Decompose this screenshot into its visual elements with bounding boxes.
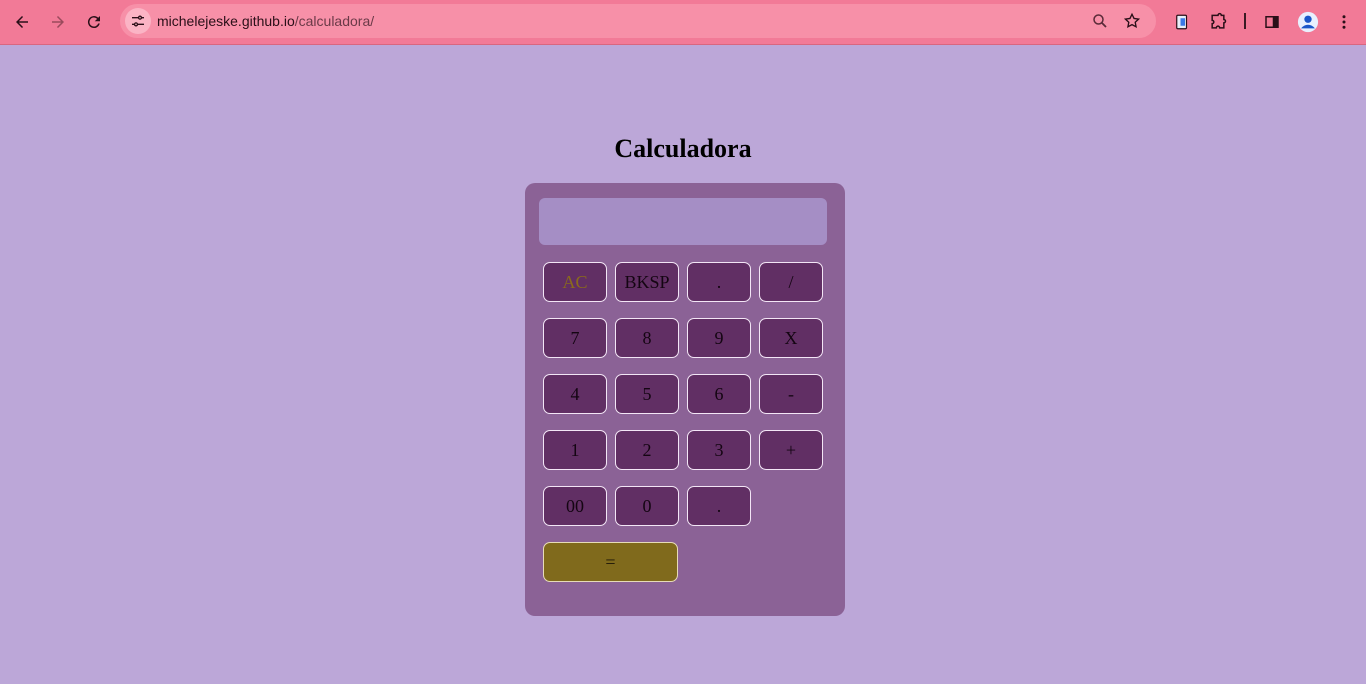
reload-button[interactable] xyxy=(79,7,109,37)
key-0[interactable]: 0 xyxy=(615,486,679,526)
calculator-display xyxy=(539,198,827,245)
arrow-right-icon xyxy=(52,16,64,28)
side-panel-button[interactable] xyxy=(1261,11,1283,33)
key-2[interactable]: 2 xyxy=(615,430,679,470)
side-panel-icon xyxy=(1265,16,1279,28)
reload-icon xyxy=(87,16,100,29)
star-icon xyxy=(1123,12,1141,29)
browser-toolbar: michelejeske.github.io/calculadora/ xyxy=(0,0,1366,45)
key-4[interactable]: 4 xyxy=(543,374,607,414)
minus-button[interactable]: - xyxy=(759,374,823,414)
plus-button[interactable]: + xyxy=(759,430,823,470)
kebab-menu-icon xyxy=(1342,15,1346,29)
zoom-button[interactable] xyxy=(1090,11,1110,31)
bookmark-button[interactable] xyxy=(1122,11,1142,31)
puzzle-icon xyxy=(1211,12,1227,29)
calculator: AC BKSP . / 7 8 9 X 4 5 6 - 1 2 3 + 00 0… xyxy=(525,183,845,616)
site-info-button[interactable] xyxy=(125,8,151,34)
key-1[interactable]: 1 xyxy=(543,430,607,470)
key-7[interactable]: 7 xyxy=(543,318,607,358)
extension-button[interactable] xyxy=(1171,11,1193,33)
decimal-button-top[interactable]: . xyxy=(687,262,751,302)
toolbar-divider xyxy=(1244,13,1246,29)
key-6[interactable]: 6 xyxy=(687,374,751,414)
arrow-left-icon xyxy=(16,16,28,28)
zoom-icon xyxy=(1093,14,1107,28)
document-icon xyxy=(1176,14,1188,30)
backspace-button[interactable]: BKSP xyxy=(615,262,679,302)
key-8[interactable]: 8 xyxy=(615,318,679,358)
url-path: /calculadora/ xyxy=(294,13,375,29)
multiply-button[interactable]: X xyxy=(759,318,823,358)
key-9[interactable]: 9 xyxy=(687,318,751,358)
forward-button[interactable] xyxy=(43,7,73,37)
key-00[interactable]: 00 xyxy=(543,486,607,526)
key-3[interactable]: 3 xyxy=(687,430,751,470)
key-5[interactable]: 5 xyxy=(615,374,679,414)
back-button[interactable] xyxy=(7,7,37,37)
url-text[interactable]: michelejeske.github.io/calculadora/ xyxy=(157,4,374,38)
url-host: michelejeske.github.io xyxy=(157,13,295,29)
address-bar[interactable]: michelejeske.github.io/calculadora/ xyxy=(120,4,1156,38)
equals-button[interactable]: = xyxy=(543,542,678,582)
page-title: Calculadora xyxy=(614,134,752,163)
menu-button[interactable] xyxy=(1333,11,1355,33)
profile-button[interactable] xyxy=(1297,11,1319,33)
divide-button[interactable]: / xyxy=(759,262,823,302)
ac-button[interactable]: AC xyxy=(543,262,607,302)
tune-icon xyxy=(132,15,144,27)
decimal-button[interactable]: . xyxy=(687,486,751,526)
profile-icon xyxy=(1297,11,1319,33)
extensions-button[interactable] xyxy=(1207,11,1229,33)
